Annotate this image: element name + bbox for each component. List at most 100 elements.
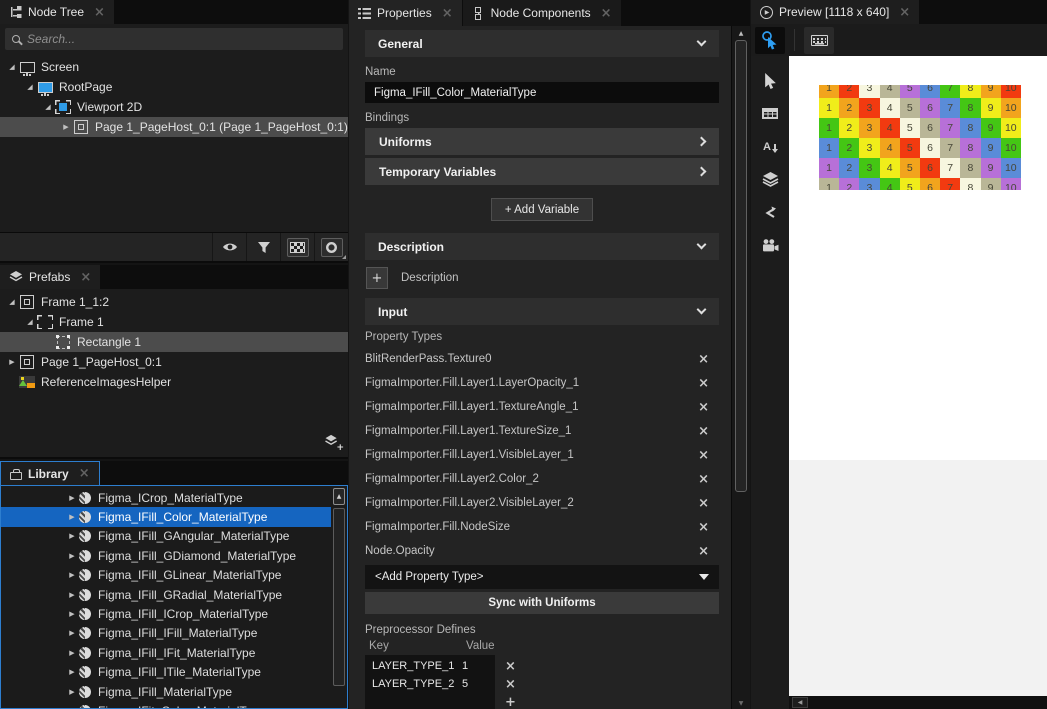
scroll-left-icon[interactable]: ◀ [792,697,808,708]
define-key[interactable]: LAYER_TYPE_2 [372,678,462,690]
tab-node-components[interactable]: Node Components × [463,0,621,26]
search-input[interactable]: Search... [5,28,343,50]
expander-arrow[interactable]: ◢ [6,298,18,306]
close-icon[interactable]: × [601,7,612,20]
library-item[interactable]: ▶ Figma_ICrop_MaterialType [1,488,331,507]
remove-property-icon[interactable]: × [698,497,709,510]
expander-arrow[interactable]: ▶ [6,358,18,366]
tab-prefabs[interactable]: Prefabs × [0,265,100,289]
close-icon[interactable]: × [80,271,91,284]
expander-arrow[interactable]: ▶ [65,591,79,599]
general-section-header[interactable]: General [365,30,719,57]
scroll-up-icon[interactable]: ▲ [732,26,750,40]
grid-tool-icon[interactable] [751,97,789,130]
layers-tool-icon[interactable] [751,163,789,196]
tab-properties[interactable]: Properties × [349,0,462,26]
add-property-type-dropdown[interactable]: <Add Property Type> [365,565,719,589]
tab-library[interactable]: Library × [0,461,100,485]
expander-arrow[interactable]: ▶ [65,610,79,618]
library-item[interactable]: ▶ Figma_IFill_MaterialType [1,682,331,701]
scrollbar-thumb[interactable] [735,40,747,492]
keyboard-icon[interactable] [804,27,834,54]
preview-horizontal-scrollbar[interactable]: ◀ [789,696,1047,709]
remove-define-icon[interactable]: × [505,675,516,693]
close-icon[interactable]: × [94,6,105,19]
library-scrollbar[interactable]: ▲ [333,488,345,706]
define-row[interactable]: LAYER_TYPE_2 5 [365,675,495,693]
library-item[interactable]: ▶ Figma_IFill_GLinear_MaterialType [1,566,331,585]
tree-item[interactable]: ◢ RootPage [0,77,348,97]
tab-preview[interactable]: ▶ Preview [1118 x 640] × [751,0,919,24]
remove-property-icon[interactable]: × [698,473,709,486]
defines-table[interactable]: LAYER_TYPE_1 1 LAYER_TYPE_2 5 [365,655,495,709]
name-field[interactable] [365,82,719,103]
library-item[interactable]: ▶ Figma_IFill_IFit_MaterialType [1,643,331,662]
expander-arrow[interactable]: ◢ [6,63,18,71]
connections-tool-icon[interactable] [751,196,789,229]
tree-item[interactable]: Rectangle 1 [0,332,348,352]
description-section-header[interactable]: Description [365,233,719,260]
tree-item[interactable]: ReferenceImagesHelper [0,372,348,392]
remove-property-icon[interactable]: × [698,425,709,438]
remove-property-icon[interactable]: × [698,401,709,414]
remove-property-icon[interactable]: × [698,449,709,462]
expander-arrow[interactable]: ▶ [65,552,79,560]
tree-item[interactable]: ◢ Frame 1 [0,312,348,332]
library-item[interactable]: ▶ Figma_IFill_ITile_MaterialType [1,663,331,682]
add-description-button[interactable]: + [366,267,388,289]
library-item[interactable]: ▶ Figma_IFill_Color_MaterialType [1,507,331,526]
sync-with-uniforms-button[interactable]: Sync with Uniforms [365,592,719,614]
expander-arrow[interactable]: ▶ [65,668,79,676]
pointer-tool-icon[interactable] [751,64,789,97]
expander-arrow[interactable]: ◢ [42,103,54,111]
close-icon[interactable]: × [899,6,910,19]
define-key[interactable]: LAYER_TYPE_1 [372,660,462,672]
checkerboard-icon[interactable] [280,233,314,261]
expander-arrow[interactable]: ▶ [65,649,79,657]
visibility-eye-icon[interactable] [212,233,246,261]
expander-arrow[interactable]: ◢ [24,318,36,326]
expander-arrow[interactable]: ▶ [65,688,79,696]
expander-arrow[interactable]: ▶ [65,629,79,637]
define-value[interactable]: 1 [462,660,468,672]
expander-arrow[interactable]: ◢ [24,83,36,91]
scroll-up-icon[interactable]: ▲ [333,488,345,505]
remove-property-icon[interactable]: × [698,521,709,534]
scrollbar-thumb[interactable] [333,508,345,686]
tree-item[interactable]: ▶ Page 1_PageHost_0:1 [0,352,348,372]
scroll-down-icon[interactable]: ▼ [732,700,750,707]
temporary-variables-row[interactable]: Temporary Variables [365,158,719,185]
close-icon[interactable]: × [79,467,90,480]
library-item[interactable]: ▶ Figma_IFill_GDiamond_MaterialType [1,546,331,565]
tree-item[interactable]: ◢ Screen [0,57,348,77]
tree-item[interactable]: ▶ Page 1_PageHost_0:1 (Page 1_PageHost_0… [0,117,348,137]
expander-arrow[interactable]: ▶ [65,513,79,521]
close-icon[interactable]: × [442,7,453,20]
library-item[interactable]: ▶ Figma_IFill_ICrop_MaterialType [1,604,331,623]
remove-property-icon[interactable]: × [698,377,709,390]
add-define-button[interactable]: + [505,693,516,709]
library-item[interactable]: ▶ Figma_IFill_GRadial_MaterialType [1,585,331,604]
define-row[interactable]: LAYER_TYPE_1 1 [365,657,495,675]
add-prefab-layers-icon[interactable]: + [324,434,340,450]
tab-node-tree[interactable]: Node Tree × [0,0,114,24]
uniforms-row[interactable]: Uniforms [365,128,719,155]
expander-arrow[interactable]: ▶ [60,123,72,131]
library-item[interactable]: ▶ Figma_IFill_IFill_MaterialType [1,624,331,643]
tree-item[interactable]: ◢ Frame 1_1:2 [0,292,348,312]
properties-scrollbar[interactable]: ▲ ▼ [731,26,750,709]
remove-define-icon[interactable]: × [505,657,516,675]
input-section-header[interactable]: Input [365,298,719,325]
add-variable-button[interactable]: + Add Variable [491,198,593,221]
expander-arrow[interactable]: ▶ [65,494,79,502]
expander-arrow[interactable]: ▶ [65,571,79,579]
library-item[interactable]: ▶ Figma_IFill_GAngular_MaterialType [1,527,331,546]
define-value[interactable]: 5 [462,678,468,690]
text-tool-icon[interactable]: A [751,130,789,163]
isolate-circle-icon[interactable] [314,233,348,261]
library-item[interactable]: ▶ Figma_IFit_Color_MaterialType [1,701,331,709]
remove-property-icon[interactable]: × [698,545,709,558]
filter-funnel-icon[interactable] [246,233,280,261]
expander-arrow[interactable]: ▶ [65,532,79,540]
tree-item[interactable]: ◢ Viewport 2D [0,97,348,117]
